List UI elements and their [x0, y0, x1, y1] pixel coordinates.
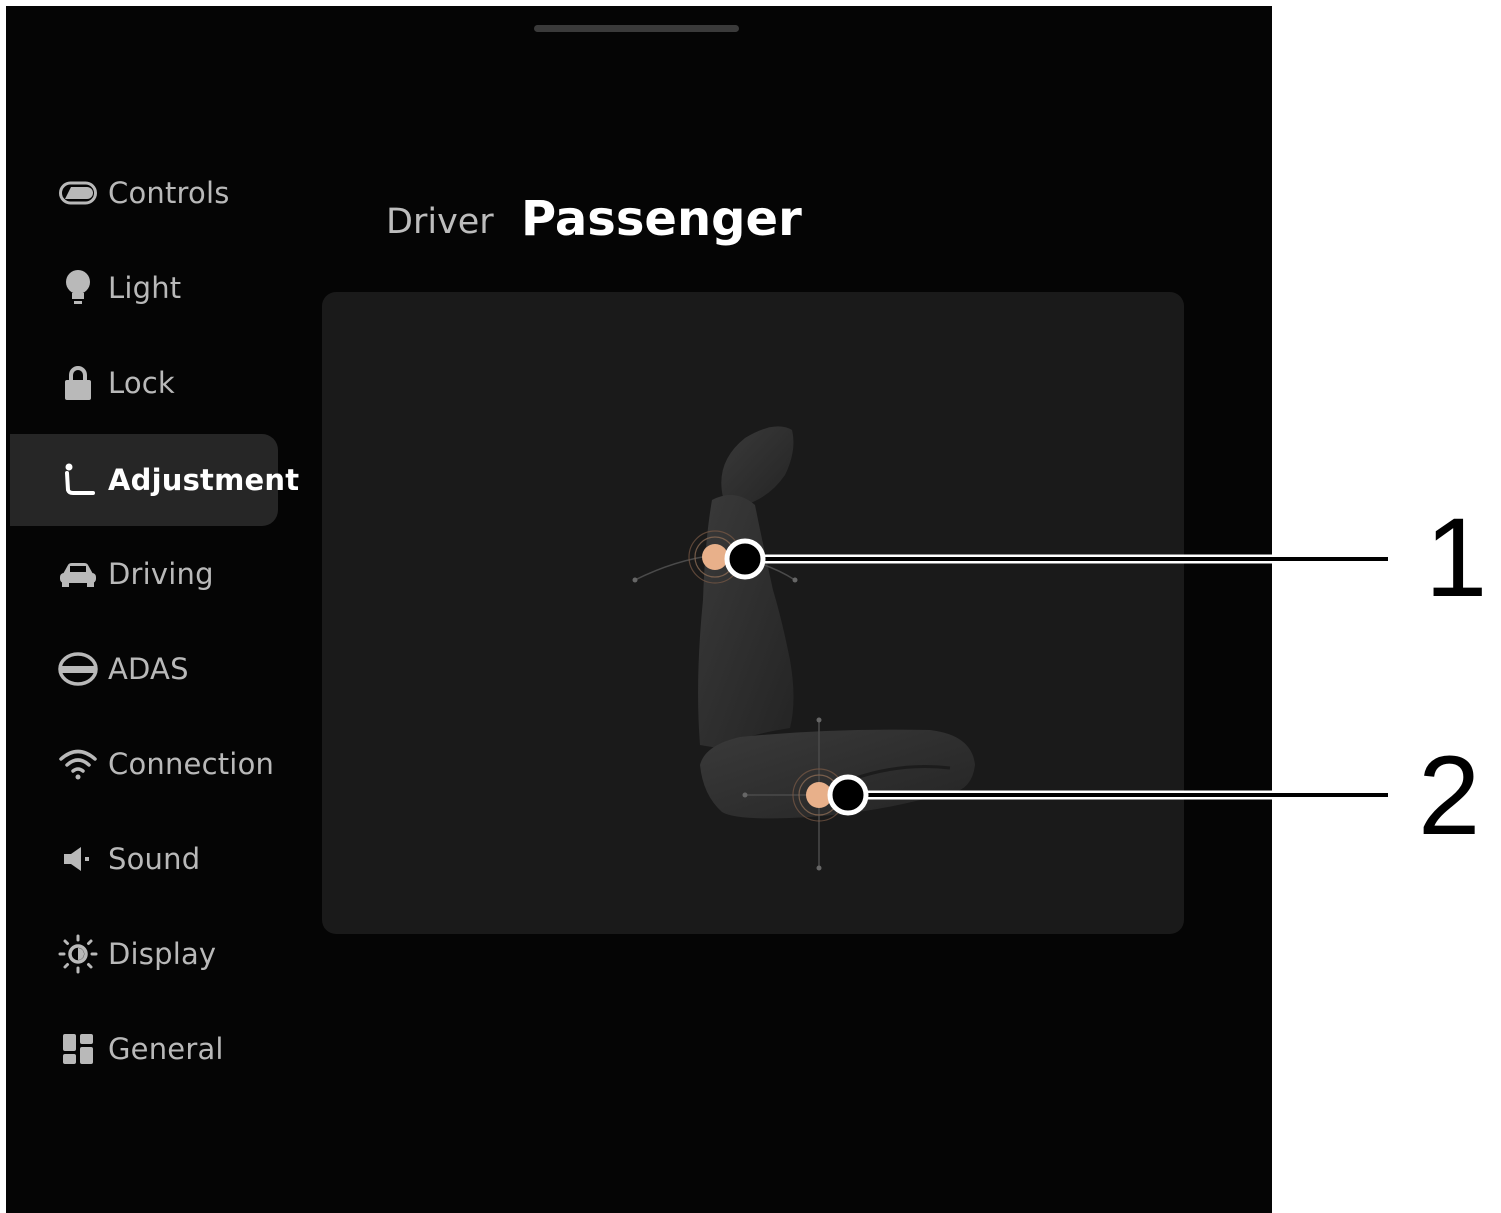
drag-handle[interactable] [534, 25, 739, 32]
sidebar-item-label: Adjustment [108, 463, 300, 497]
sidebar-item-label: Display [108, 937, 217, 971]
seat-adjustment-panel [322, 292, 1184, 934]
toggle-icon [58, 173, 98, 213]
seat-icon [58, 460, 98, 500]
brightness-icon [58, 934, 98, 974]
sidebar-item-label: Connection [108, 747, 275, 781]
sidebar-item-adjustment[interactable]: Adjustment [10, 434, 299, 526]
speaker-icon [58, 839, 98, 879]
sidebar-item-display[interactable]: Display [10, 908, 278, 1000]
wifi-icon [58, 744, 98, 784]
sidebar-item-label: Sound [108, 842, 201, 876]
grid-icon [58, 1029, 98, 1069]
callout-number-2: 2 [1418, 733, 1481, 858]
sidebar-item-sound[interactable]: Sound [10, 813, 278, 905]
sidebar-item-controls[interactable]: Controls [10, 147, 278, 239]
sidebar-item-label: Controls [108, 176, 230, 210]
sidebar-item-connection[interactable]: Connection [10, 718, 278, 810]
lock-icon [58, 363, 98, 403]
car-icon [58, 554, 98, 594]
sidebar-item-adas[interactable]: ADAS [10, 623, 278, 715]
sidebar-item-driving[interactable]: Driving [10, 528, 278, 620]
settings-screen: Controls Light Lock Adjustment Driving A… [6, 6, 1272, 1213]
sidebar-item-label: Light [108, 271, 182, 305]
sidebar-item-label: Lock [108, 366, 175, 400]
sidebar-item-label: General [108, 1032, 224, 1066]
tab-driver[interactable]: Driver [386, 202, 494, 242]
callout-number-1: 1 [1425, 495, 1488, 620]
sidebar-item-label: Driving [108, 557, 214, 591]
sidebar-item-lock[interactable]: Lock [10, 337, 278, 429]
sidebar-item-light[interactable]: Light [10, 242, 278, 334]
bulb-icon [58, 268, 98, 308]
tab-passenger[interactable]: Passenger [521, 191, 802, 247]
adas-icon [58, 649, 98, 689]
sidebar-item-general[interactable]: General [10, 1003, 278, 1095]
sidebar-item-label: ADAS [108, 652, 189, 686]
